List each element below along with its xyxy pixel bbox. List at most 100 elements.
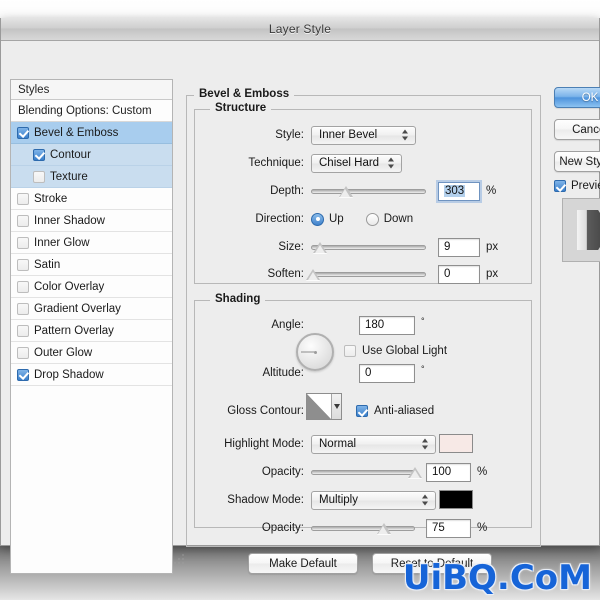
- row-size: Size: 9 px: [204, 237, 534, 257]
- row-highlight-opacity: Opacity: 100 %: [194, 462, 534, 482]
- dialog-title: Layer Style: [268, 22, 332, 36]
- cancel-button[interactable]: Cancel: [554, 119, 600, 140]
- checkbox-contour[interactable]: [33, 148, 45, 161]
- depth-input[interactable]: 303: [438, 181, 480, 201]
- resize-grip[interactable]: [174, 554, 186, 566]
- style-select-value: Inner Bevel: [319, 129, 378, 141]
- angle-input[interactable]: 180: [359, 315, 415, 335]
- shadow-mode-value: Multiply: [319, 494, 358, 506]
- style-row-texture[interactable]: Texture: [11, 166, 172, 188]
- shadow-color-swatch[interactable]: [439, 490, 473, 509]
- shadow-opacity-input[interactable]: 75: [426, 518, 471, 538]
- row-highlight-mode: Highlight Mode: Normal: [194, 434, 534, 454]
- checkbox-gradient-overlay[interactable]: [17, 302, 29, 315]
- gloss-contour-picker[interactable]: [306, 393, 342, 420]
- highlight-color-swatch[interactable]: [439, 434, 473, 453]
- depth-label: Depth:: [270, 185, 304, 197]
- chevron-updown-icon: [422, 494, 429, 507]
- style-row-outer-glow[interactable]: Outer Glow: [11, 342, 172, 364]
- blending-options-row[interactable]: Blending Options: Custom: [11, 100, 172, 122]
- soften-input[interactable]: 0: [438, 264, 480, 284]
- depth-slider[interactable]: [311, 184, 426, 198]
- altitude-label: Altitude:: [262, 367, 304, 379]
- shadow-opacity-track: [311, 526, 415, 531]
- structure-title: Structure: [210, 102, 272, 114]
- style-label: Style:: [275, 129, 304, 141]
- gloss-contour-thumbnail: [307, 394, 331, 419]
- style-row-pattern-overlay[interactable]: Pattern Overlay: [11, 320, 172, 342]
- make-default-button[interactable]: Make Default: [248, 553, 358, 574]
- row-soften: Soften: 0 px: [204, 264, 534, 284]
- highlight-opacity-thumb[interactable]: [408, 467, 422, 478]
- radio-direction-up[interactable]: [311, 212, 324, 226]
- checkbox-bevel-emboss[interactable]: [17, 126, 29, 139]
- style-row-color-overlay[interactable]: Color Overlay: [11, 276, 172, 298]
- shadow-opacity-slider[interactable]: [311, 521, 415, 535]
- checkbox-texture[interactable]: [33, 170, 45, 183]
- checkbox-use-global-light[interactable]: [344, 345, 356, 357]
- style-row-gradient-overlay[interactable]: Gradient Overlay: [11, 298, 172, 320]
- radio-direction-down[interactable]: [365, 212, 379, 226]
- highlight-opacity-input[interactable]: 100: [426, 462, 471, 482]
- reset-to-default-button[interactable]: Reset to Default: [372, 553, 492, 574]
- preview-shape: [577, 210, 600, 250]
- checkbox-satin[interactable]: [17, 258, 29, 271]
- style-label: Gradient Overlay: [34, 302, 121, 315]
- new-style-button[interactable]: New Style...: [554, 151, 600, 172]
- style-row-satin[interactable]: Satin: [11, 254, 172, 276]
- style-row-inner-glow[interactable]: Inner Glow: [11, 232, 172, 254]
- preview-thumbnail: [562, 198, 600, 262]
- checkbox-stroke[interactable]: [17, 192, 29, 205]
- style-label: Outer Glow: [34, 346, 93, 359]
- style-select[interactable]: Inner Bevel: [311, 125, 416, 145]
- checkbox-inner-shadow[interactable]: [17, 214, 29, 227]
- size-slider-track: [311, 245, 426, 250]
- altitude-input[interactable]: 0: [359, 363, 415, 383]
- soften-slider[interactable]: [307, 267, 426, 281]
- preview-label: Preview: [571, 180, 600, 192]
- soften-slider-thumb[interactable]: [306, 269, 320, 280]
- checkbox-anti-aliased[interactable]: [356, 405, 368, 417]
- checkbox-drop-shadow[interactable]: [17, 368, 29, 381]
- direction-up-label: Up: [329, 213, 344, 225]
- highlight-opacity-value: 100: [432, 466, 452, 478]
- angle-dial-hub: [313, 350, 317, 354]
- soften-slider-track: [311, 272, 426, 277]
- style-label: Pattern Overlay: [34, 324, 114, 337]
- style-row-inner-shadow[interactable]: Inner Shadow: [11, 210, 172, 232]
- technique-select[interactable]: Chisel Hard: [311, 153, 402, 173]
- style-row-stroke[interactable]: Stroke: [11, 188, 172, 210]
- depth-slider-thumb[interactable]: [339, 186, 353, 197]
- size-unit: px: [486, 241, 499, 253]
- size-slider-thumb[interactable]: [313, 242, 327, 253]
- checkbox-color-overlay[interactable]: [17, 280, 29, 293]
- size-input[interactable]: 9: [438, 237, 480, 257]
- shadow-mode-select[interactable]: Multiply: [311, 490, 436, 510]
- row-shadow-opacity: Opacity: 75 %: [194, 518, 534, 538]
- ok-button[interactable]: OK: [554, 87, 600, 108]
- row-style: Style: Inner Bevel: [204, 125, 524, 145]
- highlight-mode-select[interactable]: Normal: [311, 434, 436, 454]
- style-label: Bevel & Emboss: [34, 126, 119, 139]
- direction-down-label: Down: [383, 213, 414, 225]
- style-label: Drop Shadow: [34, 368, 104, 381]
- dialog-titlebar[interactable]: Layer Style: [1, 18, 599, 41]
- style-row-drop-shadow[interactable]: Drop Shadow: [11, 364, 172, 386]
- size-label: Size:: [278, 241, 304, 253]
- style-row-contour[interactable]: Contour: [11, 144, 172, 166]
- styles-panel: Styles Blending Options: Custom Bevel & …: [10, 79, 173, 574]
- checkbox-inner-glow[interactable]: [17, 236, 29, 249]
- highlight-opacity-slider[interactable]: [311, 465, 420, 479]
- checkbox-preview[interactable]: [554, 180, 566, 192]
- soften-label: Soften:: [267, 268, 304, 280]
- style-row-bevel-emboss[interactable]: Bevel & Emboss: [11, 122, 172, 144]
- chevron-down-icon[interactable]: [331, 394, 341, 419]
- style-label: Inner Glow: [34, 236, 90, 249]
- checkbox-pattern-overlay[interactable]: [17, 324, 29, 337]
- size-slider[interactable]: [311, 240, 426, 254]
- shadow-opacity-thumb[interactable]: [377, 523, 391, 534]
- checkbox-outer-glow[interactable]: [17, 346, 29, 359]
- direction-label: Direction:: [255, 213, 304, 225]
- styles-panel-header[interactable]: Styles: [11, 80, 172, 100]
- chevron-updown-icon: [388, 157, 395, 170]
